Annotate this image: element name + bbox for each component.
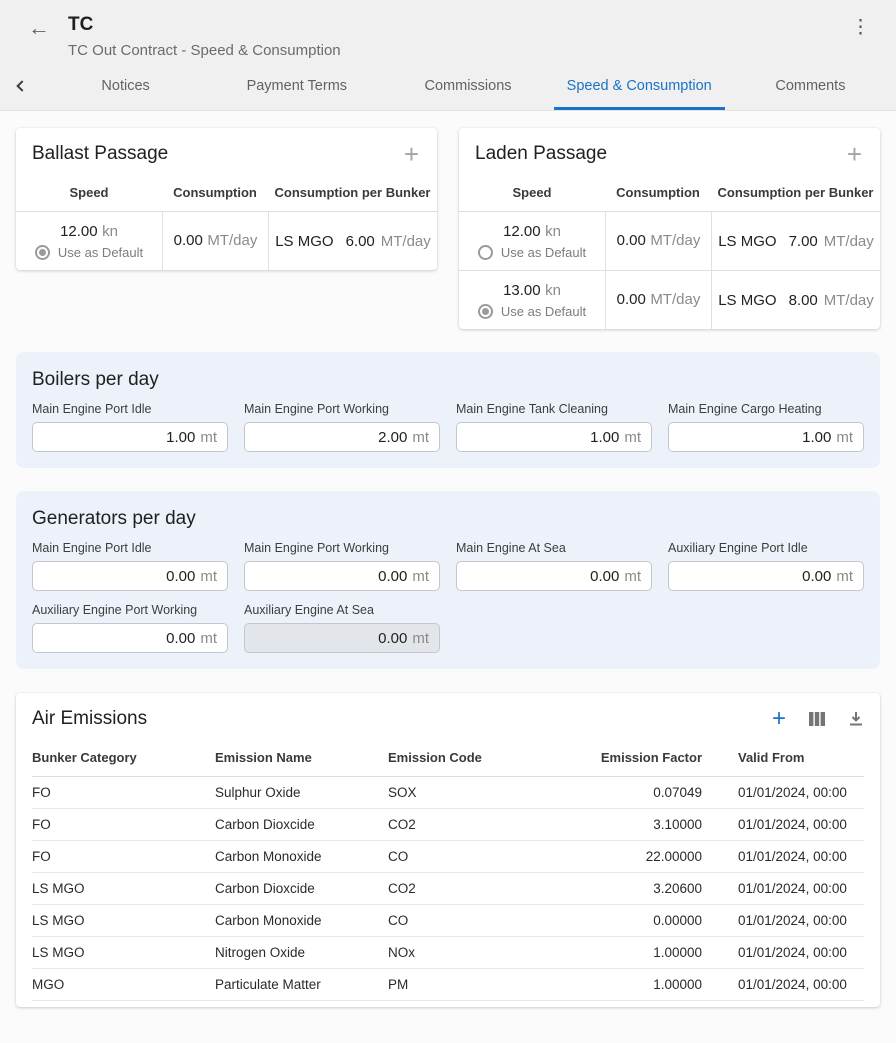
col-header-speed: Speed [16, 185, 162, 200]
gen-main-engine-port-working-input[interactable]: 0.00mt [244, 561, 440, 591]
field-gen-main-engine-port-working: Main Engine Port Working 0.00mt [244, 541, 440, 591]
tab-payment-terms[interactable]: Payment Terms [211, 62, 382, 110]
use-as-default-radio[interactable]: Use as Default [35, 245, 143, 260]
ballast-row-1: 12.00 kn Use as Default 0.00 MT/day [16, 211, 437, 270]
page-title: TC [68, 14, 845, 36]
field-gen-auxiliary-engine-port-working: Auxiliary Engine Port Working 0.00mt [32, 603, 228, 653]
laden-passage-table: Speed Consumption Consumption per Bunker… [459, 169, 880, 329]
add-emission-icon[interactable]: + [772, 708, 786, 730]
col-header-valid-from: Valid From [702, 738, 864, 777]
radio-unchecked-icon[interactable] [478, 245, 493, 260]
boilers-title: Boilers per day [32, 368, 864, 392]
consumption-cell[interactable]: 0.00 MT/day [605, 271, 711, 329]
col-header-bunker-category: Bunker Category [32, 738, 215, 777]
gen-auxiliary-engine-at-sea-input: 0.00mt [244, 623, 440, 653]
col-header-consumption-per-bunker: Consumption per Bunker [268, 185, 437, 200]
col-header-consumption: Consumption [605, 185, 711, 200]
consumption-per-bunker-cell[interactable]: LS MGO 6.00 MT/day [268, 212, 437, 270]
field-gen-main-engine-port-idle: Main Engine Port Idle 0.00mt [32, 541, 228, 591]
consumption-cell[interactable]: 0.00 MT/day [605, 212, 711, 270]
add-ballast-speed-icon[interactable]: + [402, 143, 421, 165]
back-arrow-icon[interactable]: ← [28, 17, 50, 39]
page-content: Ballast Passage + Speed Consumption Cons… [0, 111, 896, 1007]
generators-title: Generators per day [32, 507, 864, 531]
more-menu-icon[interactable]: ⋮ [845, 14, 876, 41]
page-subtitle: TC Out Contract - Speed & Consumption [68, 42, 845, 59]
chevron-left-icon [16, 80, 27, 91]
laden-row-2: 13.00 kn Use as Default 0.00 MT/day [459, 270, 880, 329]
speed-cell[interactable]: 12.00 kn Use as Default [16, 212, 162, 270]
tab-notices[interactable]: Notices [40, 62, 211, 110]
boilers-main-engine-port-idle-input[interactable]: 1.00mt [32, 422, 228, 452]
table-row[interactable]: FO Carbon Monoxide CO 22.00000 01/01/202… [32, 841, 864, 873]
air-emissions-title: Air Emissions [32, 708, 147, 730]
speed-cell[interactable]: 13.00 kn Use as Default [459, 271, 605, 329]
laden-passage-title: Laden Passage [475, 143, 607, 165]
consumption-per-bunker-cell[interactable]: LS MGO 7.00 MT/day [711, 212, 880, 270]
radio-checked-icon[interactable] [478, 304, 493, 319]
table-row[interactable]: FO Carbon Dioxcide CO2 3.10000 01/01/202… [32, 809, 864, 841]
table-row[interactable]: MGO Particulate Matter PM 1.00000 01/01/… [32, 969, 864, 1001]
field-gen-auxiliary-engine-port-idle: Auxiliary Engine Port Idle 0.00mt [668, 541, 864, 591]
table-row[interactable]: LS MGO Carbon Monoxide CO 0.00000 01/01/… [32, 905, 864, 937]
table-row[interactable]: LS MGO Carbon Dioxcide CO2 3.20600 01/01… [32, 873, 864, 905]
app-bar: ← TC TC Out Contract - Speed & Consumpti… [0, 0, 896, 62]
col-header-emission-factor: Emission Factor [578, 738, 702, 777]
speed-cell[interactable]: 12.00 kn Use as Default [459, 212, 605, 270]
boilers-main-engine-cargo-heating-input[interactable]: 1.00mt [668, 422, 864, 452]
col-header-speed: Speed [459, 185, 605, 200]
gen-main-engine-at-sea-input[interactable]: 0.00mt [456, 561, 652, 591]
consumption-cell[interactable]: 0.00 MT/day [162, 212, 268, 270]
field-boilers-main-engine-tank-cleaning: Main Engine Tank Cleaning 1.00mt [456, 402, 652, 452]
laden-passage-card: Laden Passage + Speed Consumption Consum… [459, 128, 880, 329]
tab-comments[interactable]: Comments [725, 62, 896, 110]
ballast-passage-card: Ballast Passage + Speed Consumption Cons… [16, 128, 437, 270]
field-gen-auxiliary-engine-at-sea: Auxiliary Engine At Sea 0.00mt [244, 603, 440, 653]
air-emissions-table: Bunker Category Emission Name Emission C… [32, 738, 864, 1001]
ballast-passage-table: Speed Consumption Consumption per Bunker… [16, 169, 437, 270]
boilers-per-day-section: Boilers per day Main Engine Port Idle 1.… [16, 352, 880, 468]
field-boilers-main-engine-port-idle: Main Engine Port Idle 1.00mt [32, 402, 228, 452]
add-laden-speed-icon[interactable]: + [845, 143, 864, 165]
use-as-default-radio[interactable]: Use as Default [478, 304, 586, 319]
table-row[interactable]: LS MGO Nitrogen Oxide NOx 1.00000 01/01/… [32, 937, 864, 969]
tab-speed-and-consumption[interactable]: Speed & Consumption [554, 62, 725, 110]
gen-auxiliary-engine-port-idle-input[interactable]: 0.00mt [668, 561, 864, 591]
consumption-per-bunker-cell[interactable]: LS MGO 8.00 MT/day [711, 271, 880, 329]
col-header-consumption: Consumption [162, 185, 268, 200]
column-settings-icon[interactable] [808, 711, 826, 727]
use-as-default-radio[interactable]: Use as Default [478, 245, 586, 260]
field-boilers-main-engine-cargo-heating: Main Engine Cargo Heating 1.00mt [668, 402, 864, 452]
field-gen-main-engine-at-sea: Main Engine At Sea 0.00mt [456, 541, 652, 591]
field-boilers-main-engine-port-working: Main Engine Port Working 2.00mt [244, 402, 440, 452]
boilers-main-engine-tank-cleaning-input[interactable]: 1.00mt [456, 422, 652, 452]
tab-bar: Notices Payment Terms Commissions Speed … [0, 62, 896, 110]
table-row[interactable]: FO Sulphur Oxide SOX 0.07049 01/01/2024,… [32, 777, 864, 809]
title-block: TC TC Out Contract - Speed & Consumption [68, 14, 845, 59]
ballast-passage-title: Ballast Passage [32, 143, 168, 165]
col-header-emission-code: Emission Code [388, 738, 578, 777]
gen-auxiliary-engine-port-working-input[interactable]: 0.00mt [32, 623, 228, 653]
col-header-consumption-per-bunker: Consumption per Bunker [711, 185, 880, 200]
boilers-main-engine-port-working-input[interactable]: 2.00mt [244, 422, 440, 452]
gen-main-engine-port-idle-input[interactable]: 0.00mt [32, 561, 228, 591]
laden-row-1: 12.00 kn Use as Default 0.00 MT/day [459, 211, 880, 270]
air-emissions-card: Air Emissions + [16, 693, 880, 1007]
tab-commissions[interactable]: Commissions [382, 62, 553, 110]
top-bar: ← TC TC Out Contract - Speed & Consumpti… [0, 0, 896, 111]
generators-per-day-section: Generators per day Main Engine Port Idle… [16, 491, 880, 669]
tabs-scroll-left-button[interactable] [0, 62, 40, 110]
col-header-emission-name: Emission Name [215, 738, 388, 777]
download-icon[interactable] [848, 711, 864, 727]
radio-checked-icon[interactable] [35, 245, 50, 260]
